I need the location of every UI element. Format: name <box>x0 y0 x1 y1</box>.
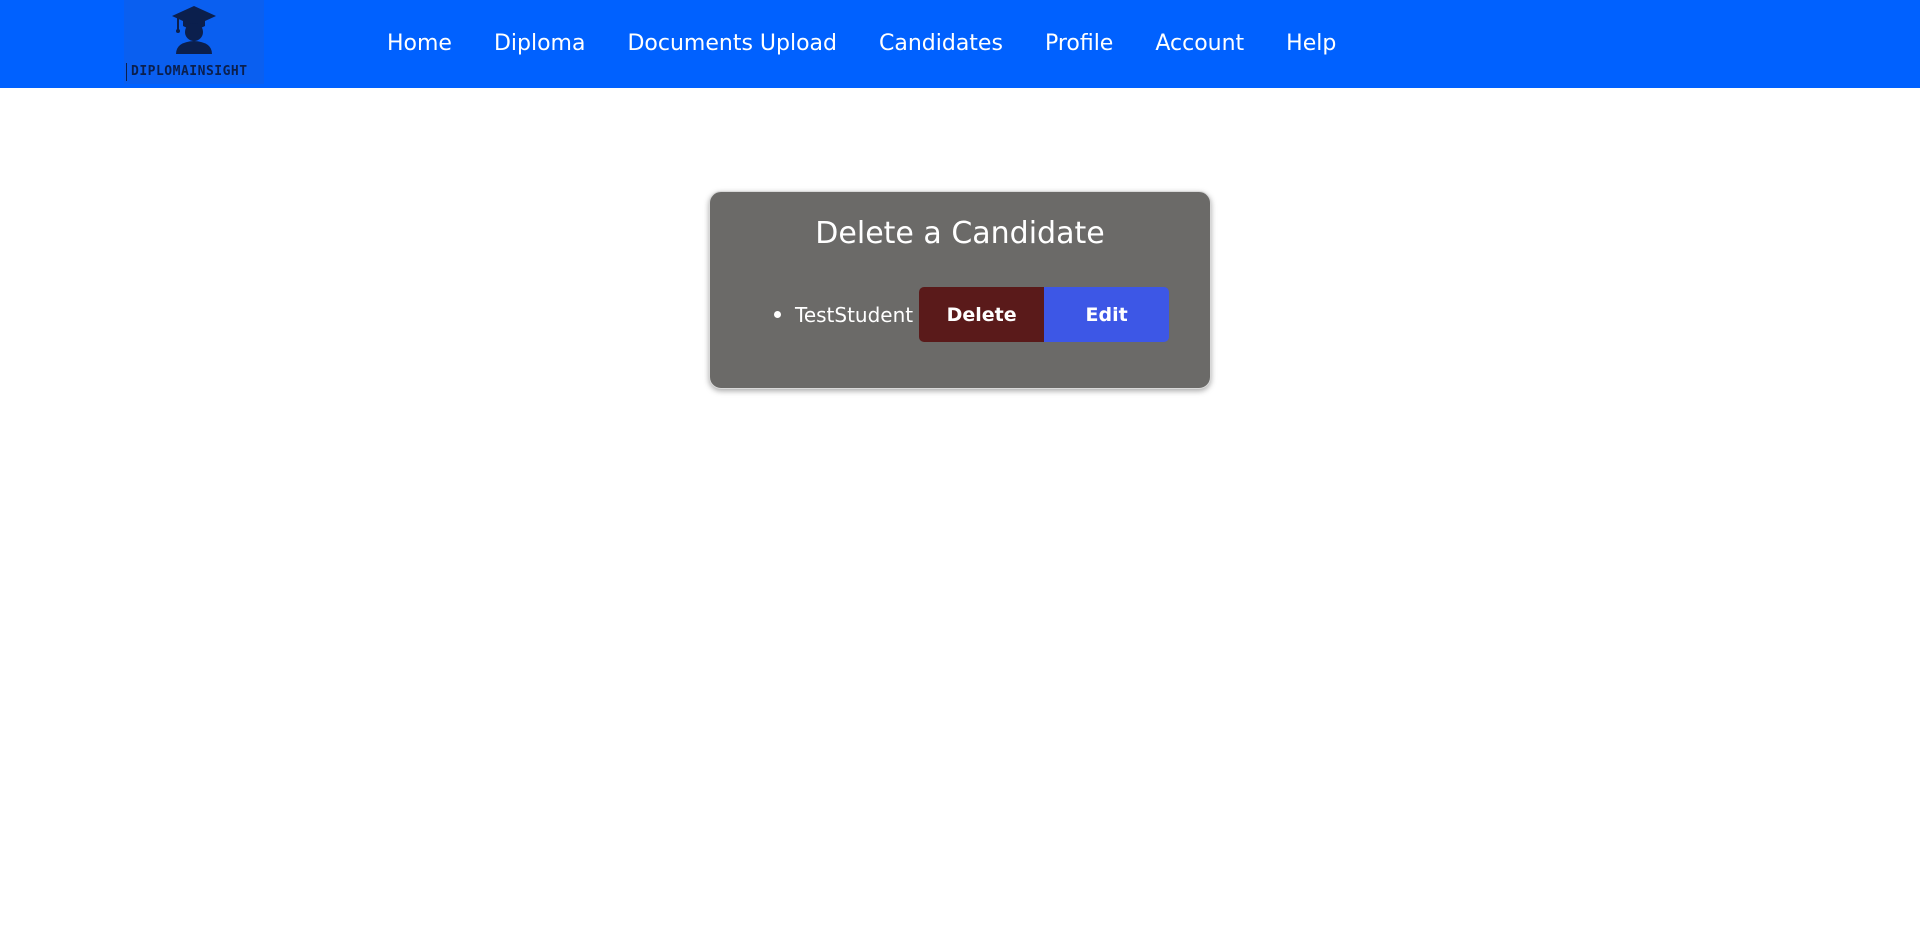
nav-account[interactable]: Account <box>1155 31 1244 56</box>
nav-profile[interactable]: Profile <box>1045 31 1113 56</box>
delete-button[interactable]: Delete <box>919 287 1045 342</box>
graduate-icon <box>172 6 216 54</box>
nav-candidates[interactable]: Candidates <box>879 31 1003 56</box>
diplomainsight-logo[interactable]: DIPLOMAINSIGHT <box>124 0 264 84</box>
candidate-list: TestStudent Delete Edit <box>774 287 1170 342</box>
nav-documents-upload[interactable]: Documents Upload <box>627 31 837 56</box>
nav-home[interactable]: Home <box>387 31 452 56</box>
bullet-icon <box>774 311 781 318</box>
nav-diploma[interactable]: Diploma <box>494 31 586 56</box>
logo-text: DIPLOMAINSIGHT <box>126 63 248 81</box>
candidate-name: TestStudent <box>795 302 914 327</box>
card-title: Delete a Candidate <box>815 216 1105 251</box>
edit-button[interactable]: Edit <box>1044 287 1170 342</box>
list-item: TestStudent Delete Edit <box>774 287 1170 342</box>
main-nav: Home Diploma Documents Upload Candidates… <box>387 0 1378 86</box>
top-navbar: DIPLOMAINSIGHT Home Diploma Documents Up… <box>0 0 1920 88</box>
nav-help[interactable]: Help <box>1286 31 1336 56</box>
delete-candidate-card: Delete a Candidate TestStudent Delete Ed… <box>709 191 1211 389</box>
